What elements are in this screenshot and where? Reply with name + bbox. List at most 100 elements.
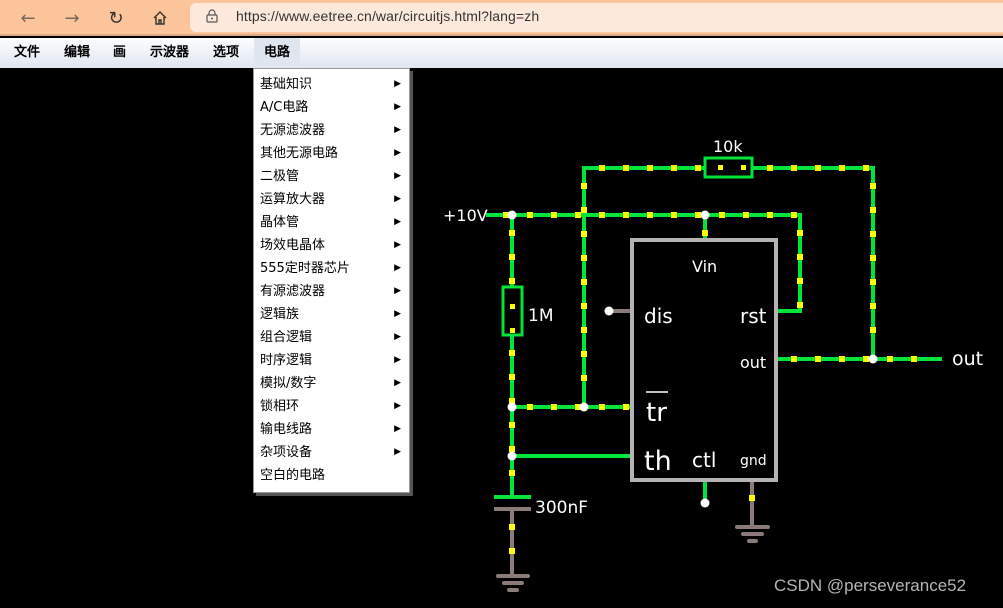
current-dot [575,212,581,218]
current-dot [911,356,917,362]
current-dot [863,356,869,362]
dropdown-item-label: A/C电路 [260,100,309,115]
reload-button[interactable]: ↻ [104,6,128,30]
current-dot [623,165,629,171]
dropdown-item[interactable]: 二极管 ▶ [254,165,409,188]
capacitor-label: 300nF [535,498,588,518]
junction-node[interactable] [579,402,589,412]
current-dot [870,231,876,237]
current-dot [509,230,515,236]
current-dot [510,304,515,309]
current-dot [767,165,773,171]
app-menubar: 文件 编辑 画 示波器 选项 电路 [0,38,1003,68]
dropdown-item[interactable]: A/C电路 ▶ [254,96,409,119]
current-dot [623,212,629,218]
address-bar[interactable]: https://www.eetree.cn/war/circuitjs.html… [190,3,1003,32]
current-dot [791,165,797,171]
output-label: out [952,348,983,370]
current-dot [599,165,605,171]
dropdown-item-label: 组合逻辑 [260,330,313,345]
submenu-arrow-icon: ▶ [394,355,401,365]
menu-options[interactable]: 选项 [203,38,249,68]
dropdown-item[interactable]: 场效电晶体 ▶ [254,234,409,257]
dropdown-item[interactable]: 其他无源电路 ▶ [254,142,409,165]
dropdown-item[interactable]: 时序逻辑 ▶ [254,349,409,372]
menu-edit[interactable]: 编辑 [54,38,100,68]
dropdown-item[interactable]: 组合逻辑 ▶ [254,326,409,349]
supply-label: +10V [443,206,488,225]
back-button[interactable]: ← [16,6,40,30]
junction-node[interactable] [507,451,517,461]
current-dot [870,207,876,213]
dropdown-item[interactable]: 杂项设备 ▶ [254,441,409,464]
dropdown-item[interactable]: 输电线路 ▶ [254,418,409,441]
current-dot [797,230,803,236]
dropdown-item-label: 其他无源电路 [260,146,339,161]
dropdown-item[interactable]: 555定时器芯片 ▶ [254,257,409,280]
resistor-1m[interactable] [501,285,524,337]
junction-node[interactable] [507,402,517,412]
dropdown-item-label: 空白的电路 [260,468,326,483]
dropdown-item[interactable]: 模拟/数字 ▶ [254,372,409,395]
dropdown-item[interactable]: 锁相环 ▶ [254,395,409,418]
current-dot [815,165,821,171]
current-dot [702,230,708,236]
dropdown-item[interactable]: 无源滤波器 ▶ [254,119,409,142]
dropdown-item[interactable]: 运算放大器 ▶ [254,188,409,211]
current-dot [870,303,876,309]
current-dot [719,212,725,218]
submenu-arrow-icon: ▶ [394,378,401,388]
junction-node[interactable] [507,210,517,220]
current-dot [509,524,515,530]
current-dot [797,302,803,308]
url-text[interactable]: https://www.eetree.cn/war/circuitjs.html… [236,8,539,24]
menu-draw[interactable]: 画 [103,38,136,68]
current-dot [671,165,677,171]
menu-circuits[interactable]: 电路 [254,38,301,68]
dropdown-item-label: 有源滤波器 [260,284,326,299]
dropdown-item[interactable]: 基础知识 ▶ [254,73,409,96]
arrow-right-icon: → [64,7,80,29]
circuit-canvas[interactable]: 10k 1M +10V Vin dis rst out tr th ctl gn… [0,68,1003,608]
submenu-arrow-icon: ▶ [394,447,401,457]
current-dot [510,328,515,333]
current-dot [581,255,587,261]
menu-scopes[interactable]: 示波器 [140,38,199,68]
dropdown-item[interactable]: 晶体管 ▶ [254,211,409,234]
submenu-arrow-icon: ▶ [394,309,401,319]
current-dot [581,183,587,189]
current-dot [695,165,701,171]
current-dot [839,165,845,171]
dropdown-item[interactable]: 有源滤波器 ▶ [254,280,409,303]
current-dot [551,404,557,410]
dropdown-item[interactable]: 逻辑族 ▶ [254,303,409,326]
dropdown-item[interactable]: 空白的电路 [254,464,409,487]
current-dot [743,212,749,218]
current-dot [509,278,515,284]
reload-icon: ↻ [108,7,124,29]
dropdown-item-label: 晶体管 [260,215,300,230]
current-dot [581,303,587,309]
submenu-arrow-icon: ▶ [394,171,401,181]
dropdown-item-label: 时序逻辑 [260,353,313,368]
current-dot [741,165,746,170]
current-dot [887,356,893,362]
pin-dis-label: dis [644,304,673,328]
current-dot [695,212,701,218]
junction-node[interactable] [604,306,614,316]
submenu-arrow-icon: ▶ [394,217,401,227]
current-dot [791,356,797,362]
current-dot [509,470,515,476]
junction-node[interactable] [868,354,878,364]
submenu-arrow-icon: ▶ [394,401,401,411]
junction-node[interactable] [700,498,710,508]
current-dot [509,548,515,554]
watermark: CSDN @perseverance52 [774,576,967,595]
menu-file[interactable]: 文件 [4,38,50,68]
forward-button[interactable]: → [60,6,84,30]
dropdown-item-label: 锁相环 [260,399,300,414]
junction-node[interactable] [700,210,710,220]
current-dot [599,212,605,218]
dropdown-item-label: 运算放大器 [260,192,326,207]
home-button[interactable] [148,6,172,30]
